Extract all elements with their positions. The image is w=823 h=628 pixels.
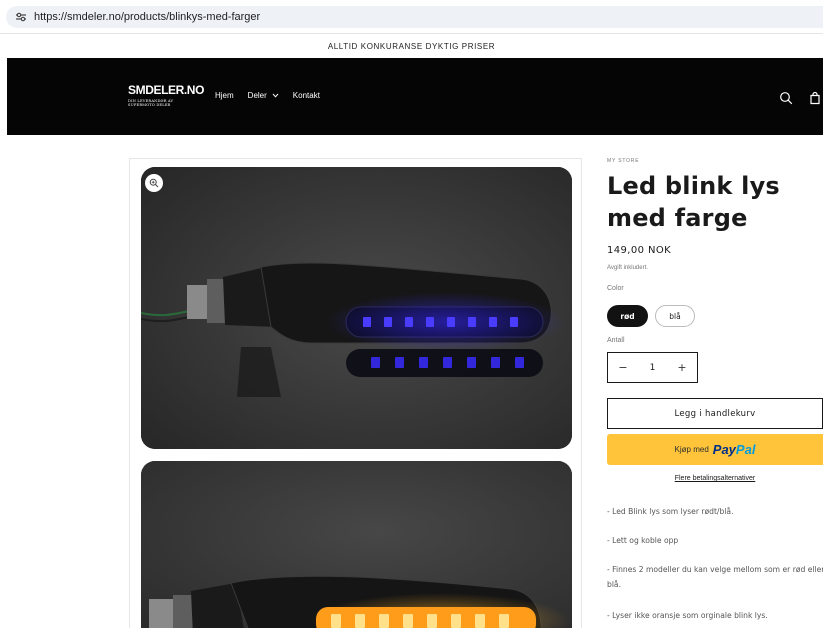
logo-subtitle-line: SUPERMOTO DELER (128, 103, 171, 108)
color-option-label: rød (620, 311, 635, 321)
logo-subtitle: DIN LEVERANDØR AV SUPERMOTO DELER (128, 99, 188, 108)
zoom-icon[interactable] (145, 174, 163, 192)
nav-item-hjem[interactable]: Hjem (215, 91, 234, 100)
product-gallery (129, 158, 582, 628)
paypal-button[interactable]: Kjøp med PayPal (607, 434, 823, 465)
cart-icon[interactable] (807, 90, 823, 106)
announcement-text: ALLTID KONKURANSE DYKTIG PRISER (327, 41, 496, 51)
quantity-label: Antall (607, 337, 625, 344)
chevron-down-icon (272, 93, 279, 98)
nav-label: Deler (247, 91, 267, 100)
nav-label: Kontakt (292, 91, 320, 100)
add-to-cart-button[interactable]: Legg i handlekurv (607, 398, 823, 429)
product-title: Led blink lys med farge (607, 172, 780, 232)
paypal-logo: PayPal (713, 442, 756, 457)
decrease-quantity-button[interactable]: − (608, 353, 638, 383)
nav-item-kontakt[interactable]: Kontakt (293, 91, 320, 100)
tune-icon[interactable] (10, 6, 32, 28)
description-line: - Lett og koble opp (607, 536, 679, 545)
site-header: SMDELER.NO DIN LEVERANDØR AV SUPERMOTO D… (7, 58, 823, 135)
nav-item-deler[interactable]: Deler (248, 91, 279, 100)
browser-url-bar: https://smdeler.no/products/blinkys-med-… (0, 0, 823, 33)
vendor-label: MY STORE (607, 158, 640, 164)
search-icon[interactable] (778, 90, 794, 106)
product-price: 149,00 NOK (607, 245, 672, 256)
logo-title: SMDELER.NO (128, 83, 205, 97)
paypal-logo-part: Pay (712, 442, 736, 457)
add-to-cart-label: Legg i handlekurv (674, 408, 756, 419)
quantity-input[interactable]: 1 (638, 363, 667, 373)
description-line: - Lyser ikke oransje som orginale blink … (607, 611, 768, 620)
description-line: - Finnes 2 modeller du kan velge mellom … (607, 565, 823, 589)
description-line: - Led Blink lys som lyser rødt/blå. (607, 507, 734, 516)
color-option-rod[interactable]: rød (607, 305, 648, 327)
tax-note: Avgift inkludert. (607, 265, 648, 271)
main-nav: Hjem Deler Kontakt (215, 91, 334, 100)
announcement-bar: ALLTID KONKURANSE DYKTIG PRISER (0, 33, 823, 58)
more-payment-options-link[interactable]: Flere betalingsalternativer (607, 475, 823, 482)
color-option-label: blå (669, 311, 681, 321)
product-image-amber[interactable] (141, 461, 572, 628)
address-field[interactable]: https://smdeler.no/products/blinkys-med-… (6, 6, 823, 28)
quantity-stepper: − 1 + (607, 352, 698, 383)
color-label: Color (607, 285, 624, 292)
color-option-bla[interactable]: blå (655, 305, 695, 327)
url-text[interactable]: https://smdeler.no/products/blinkys-med-… (34, 11, 260, 23)
product-image-blue[interactable] (141, 167, 572, 449)
nav-label: Hjem (215, 91, 234, 100)
increase-quantity-button[interactable]: + (667, 353, 697, 383)
paypal-logo-part: Pal (735, 442, 756, 457)
paypal-lead-text: Kjøp med (674, 445, 709, 454)
store-logo[interactable]: SMDELER.NO DIN LEVERANDØR AV SUPERMOTO D… (128, 84, 204, 108)
